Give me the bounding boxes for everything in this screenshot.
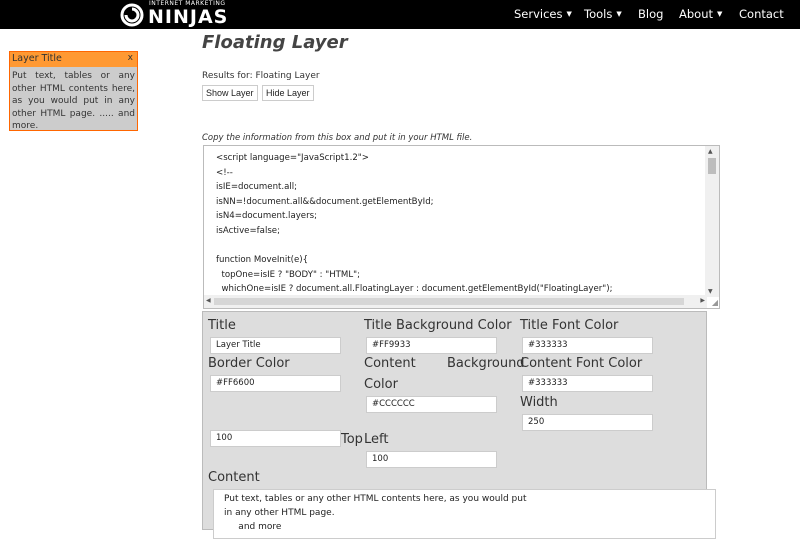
- page-title: Floating Layer: [202, 32, 348, 53]
- nav-label: Blog: [638, 7, 664, 21]
- content-bg-color-label-2: Color: [364, 377, 398, 392]
- content-bg-color-label-3: Background: [447, 356, 525, 371]
- left-input[interactable]: 100: [366, 451, 497, 468]
- code-text: <script language="JavaScript1.2"> <!-- i…: [216, 153, 613, 295]
- nav-label: Services: [514, 7, 563, 21]
- horizontal-scrollbar[interactable]: ◀ ▶: [204, 295, 707, 308]
- code-textarea[interactable]: <script language="JavaScript1.2"> <!-- i…: [203, 145, 720, 309]
- logo-wordmark: NINJAS: [148, 6, 229, 28]
- title-input[interactable]: Layer Title: [210, 337, 341, 354]
- layer-settings-form: Title Layer Title Title Background Color…: [202, 311, 716, 539]
- scrollbar-thumb[interactable]: [708, 158, 716, 174]
- left-label: Left: [364, 432, 389, 447]
- scroll-left-icon[interactable]: ◀: [206, 297, 211, 304]
- width-label: Width: [520, 395, 558, 410]
- content-font-color-input[interactable]: #333333: [522, 375, 653, 392]
- floating-layer-preview[interactable]: Layer Title x Put text, tables or any ot…: [9, 51, 138, 131]
- top-input[interactable]: 100: [210, 430, 341, 447]
- scroll-right-icon[interactable]: ▶: [700, 297, 705, 304]
- title-bg-color-input[interactable]: #FF9933: [366, 337, 497, 354]
- border-color-label: Border Color: [208, 356, 290, 371]
- content-textarea[interactable]: Put text, tables or any other HTML conte…: [213, 489, 716, 539]
- caret-down-icon: ▼: [717, 10, 723, 18]
- nav-contact[interactable]: Contact: [739, 7, 784, 21]
- close-icon[interactable]: x: [128, 53, 133, 63]
- top-label: Top: [341, 432, 363, 447]
- nav-label: About: [679, 7, 714, 21]
- results-text: Results for: Floating Layer: [202, 71, 320, 81]
- width-input[interactable]: 250: [522, 414, 653, 431]
- nav-services[interactable]: Services ▼: [514, 7, 572, 21]
- scrollbar-thumb[interactable]: [214, 298, 684, 305]
- scroll-up-icon[interactable]: ▲: [708, 148, 713, 155]
- nav-label: Contact: [739, 7, 784, 21]
- caret-down-icon: ▼: [616, 10, 622, 18]
- ninja-swirl-icon: [120, 3, 144, 27]
- floating-layer-title-bar[interactable]: Layer Title x: [10, 52, 137, 67]
- content-bg-color-input[interactable]: #CCCCCC: [366, 396, 497, 413]
- nav-tools[interactable]: Tools ▼: [584, 7, 622, 21]
- title-font-color-label: Title Font Color: [520, 318, 619, 333]
- show-layer-button[interactable]: Show Layer: [202, 85, 258, 101]
- floating-layer-title: Layer Title: [12, 53, 62, 64]
- title-font-color-input[interactable]: #333333: [522, 337, 653, 354]
- title-bg-color-label: Title Background Color: [364, 318, 512, 333]
- resize-handle-icon[interactable]: ◢: [712, 298, 718, 307]
- floating-layer-content: Put text, tables or any other HTML conte…: [12, 71, 135, 131]
- content-bg-color-label-1: Content: [364, 356, 416, 371]
- nav-label: Tools: [584, 7, 613, 21]
- border-color-input[interactable]: #FF6600: [210, 375, 341, 392]
- caret-down-icon: ▼: [566, 10, 572, 18]
- nav-blog[interactable]: Blog: [638, 7, 663, 21]
- content-label: Content: [208, 470, 260, 485]
- scroll-down-icon[interactable]: ▼: [708, 288, 713, 295]
- vertical-scrollbar[interactable]: ▲ ▼: [705, 146, 719, 297]
- copy-instructions: Copy the information from this box and p…: [202, 133, 473, 143]
- content-font-color-label: Content Font Color: [520, 356, 643, 371]
- top-nav-bar: INTERNET MARKETING NINJAS Services ▼ Tool…: [0, 0, 800, 29]
- hide-layer-button[interactable]: Hide Layer: [262, 85, 314, 101]
- title-label: Title: [208, 318, 236, 333]
- nav-about[interactable]: About ▼: [679, 7, 722, 21]
